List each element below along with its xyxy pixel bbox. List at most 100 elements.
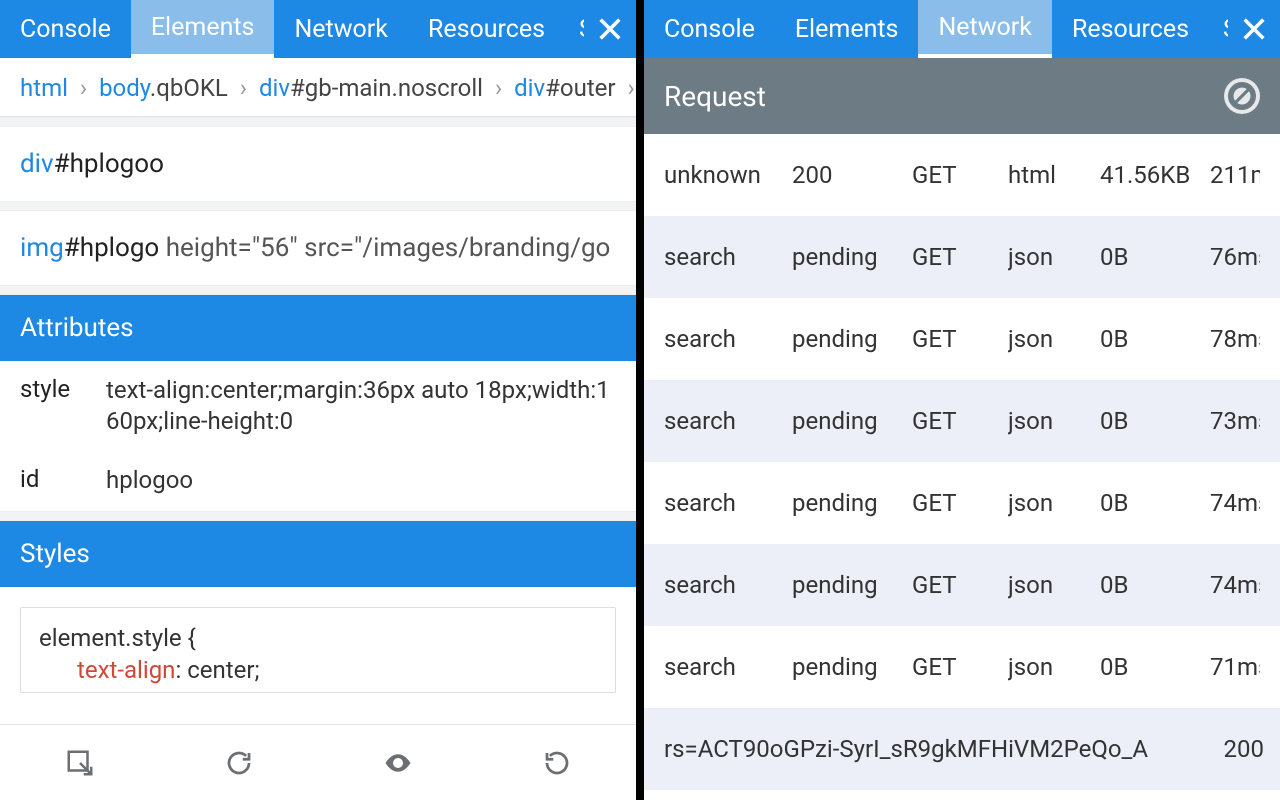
- stop-icon[interactable]: [1224, 78, 1260, 114]
- attributes-section-header: Attributes: [0, 295, 636, 361]
- network-row[interactable]: search pending GET json 0B 73ms: [644, 380, 1280, 462]
- net-type: json: [1008, 407, 1100, 435]
- style-selector: element.style {: [39, 622, 597, 654]
- tab-elements[interactable]: Elements: [775, 0, 919, 58]
- net-status: pending: [792, 489, 912, 517]
- net-time: 71ms: [1210, 653, 1260, 681]
- dom-element-row[interactable]: img#hplogo height="56" src="/images/bran…: [0, 211, 636, 285]
- net-time: 211m: [1210, 161, 1260, 189]
- net-status: pending: [792, 243, 912, 271]
- network-row[interactable]: unknown 200 GET html 41.56KB 211m: [644, 134, 1280, 216]
- breadcrumb-item[interactable]: div: [514, 74, 545, 102]
- net-size: 0B: [1100, 653, 1210, 681]
- net-status: pending: [792, 325, 912, 353]
- network-header: Request: [644, 58, 1280, 134]
- net-type: json: [1008, 325, 1100, 353]
- net-name: search: [664, 325, 792, 353]
- breadcrumb-item[interactable]: div: [259, 74, 290, 102]
- net-name: search: [664, 571, 792, 599]
- attribute-value: hplogoo: [106, 465, 616, 496]
- reload-icon[interactable]: [477, 725, 636, 800]
- net-status: pending: [792, 653, 912, 681]
- inspect-icon[interactable]: [0, 725, 159, 800]
- net-size: 0B: [1100, 571, 1210, 599]
- close-icon[interactable]: [584, 0, 636, 58]
- net-type: json: [1008, 571, 1100, 599]
- net-size: 0B: [1100, 489, 1210, 517]
- net-time: 73ms: [1210, 407, 1260, 435]
- tab-resources[interactable]: Resources: [408, 0, 565, 58]
- breadcrumb[interactable]: html › body.qbOKL › div#gb-main.noscroll…: [0, 58, 636, 117]
- tab-elements[interactable]: Elements: [131, 0, 275, 58]
- css-value[interactable]: 36px;: [205, 688, 262, 692]
- net-type: html: [1008, 161, 1100, 189]
- net-time: 76ms: [1210, 243, 1260, 271]
- net-size: 41.56KB: [1100, 161, 1210, 189]
- divider: [0, 201, 636, 211]
- attribute-value: text-align:center;margin:36px auto 18px;…: [106, 375, 616, 437]
- tab-more[interactable]: S: [565, 0, 584, 58]
- net-name: search: [664, 489, 792, 517]
- net-name: search: [664, 653, 792, 681]
- tab-network[interactable]: Network: [918, 0, 1051, 58]
- net-status: 200: [792, 161, 912, 189]
- styles-block: element.style { text-align: center; marg…: [0, 587, 636, 713]
- close-icon[interactable]: [1228, 0, 1280, 58]
- network-row[interactable]: search pending GET json 0B 74ms: [644, 462, 1280, 544]
- net-time: 74ms: [1210, 489, 1260, 517]
- net-method: GET: [912, 325, 1008, 353]
- net-size: 0B: [1100, 325, 1210, 353]
- net-method: GET: [912, 243, 1008, 271]
- network-row[interactable]: rs=ACT90oGPzi-SyrI_sR9gkMFHiVM2PeQo_A 20…: [644, 708, 1280, 790]
- tab-more[interactable]: S: [1209, 0, 1228, 58]
- net-type: json: [1008, 489, 1100, 517]
- attribute-row[interactable]: id hplogoo: [0, 451, 636, 510]
- css-value[interactable]: center;: [187, 656, 259, 684]
- breadcrumb-item[interactable]: html: [20, 74, 68, 102]
- net-method: GET: [912, 571, 1008, 599]
- attribute-key: style: [20, 375, 106, 437]
- bottom-toolbar: [0, 724, 636, 800]
- net-name: unknown: [664, 161, 792, 189]
- devtools-tabbar-right: Console Elements Network Resources S: [644, 0, 1280, 58]
- refresh-icon[interactable]: [159, 725, 318, 800]
- net-name: search: [664, 243, 792, 271]
- net-status: pending: [792, 571, 912, 599]
- devtools-tabbar-left: Console Elements Network Resources S: [0, 0, 636, 58]
- attribute-row[interactable]: style text-align:center;margin:36px auto…: [0, 361, 636, 451]
- network-table: unknown 200 GET html 41.56KB 211m search…: [644, 134, 1280, 800]
- net-name: rs=ACT90oGPzi-SyrI_sR9gkMFHiVM2PeQo_A: [664, 735, 1184, 763]
- net-size: 0B: [1100, 243, 1210, 271]
- net-method: GET: [912, 161, 1008, 189]
- network-header-title: Request: [664, 80, 766, 113]
- net-time: 78ms: [1210, 325, 1260, 353]
- styles-section-header: Styles: [0, 521, 636, 587]
- network-row[interactable]: search pending GET json 0B 71ms: [644, 626, 1280, 708]
- eye-icon[interactable]: [318, 725, 477, 800]
- attribute-key: id: [20, 465, 106, 496]
- tab-console[interactable]: Console: [0, 0, 131, 58]
- tab-console[interactable]: Console: [644, 0, 775, 58]
- tab-resources[interactable]: Resources: [1052, 0, 1209, 58]
- css-property[interactable]: margin-top: [77, 688, 193, 692]
- tab-network[interactable]: Network: [274, 0, 407, 58]
- divider: [0, 117, 636, 127]
- network-row[interactable]: search pending GET json 0B 76ms: [644, 216, 1280, 298]
- breadcrumb-item[interactable]: body: [99, 74, 150, 102]
- network-row[interactable]: search pending GET json 0B 74ms: [644, 544, 1280, 626]
- net-status: pending: [792, 407, 912, 435]
- net-type: json: [1008, 243, 1100, 271]
- css-property[interactable]: text-align: [77, 656, 175, 684]
- style-rule[interactable]: element.style { text-align: center; marg…: [20, 607, 616, 693]
- network-pane: Console Elements Network Resources S Req…: [640, 0, 1280, 800]
- network-row[interactable]: search pending GET json 0B 78ms: [644, 298, 1280, 380]
- net-name: search: [664, 407, 792, 435]
- net-method: GET: [912, 489, 1008, 517]
- dom-element-row[interactable]: div#hplogoo: [0, 127, 636, 201]
- net-method: GET: [912, 653, 1008, 681]
- net-type: json: [1008, 653, 1100, 681]
- divider: [0, 511, 636, 521]
- elements-pane: Console Elements Network Resources S htm…: [0, 0, 640, 800]
- net-size: 0B: [1100, 407, 1210, 435]
- net-time: 74ms: [1210, 571, 1260, 599]
